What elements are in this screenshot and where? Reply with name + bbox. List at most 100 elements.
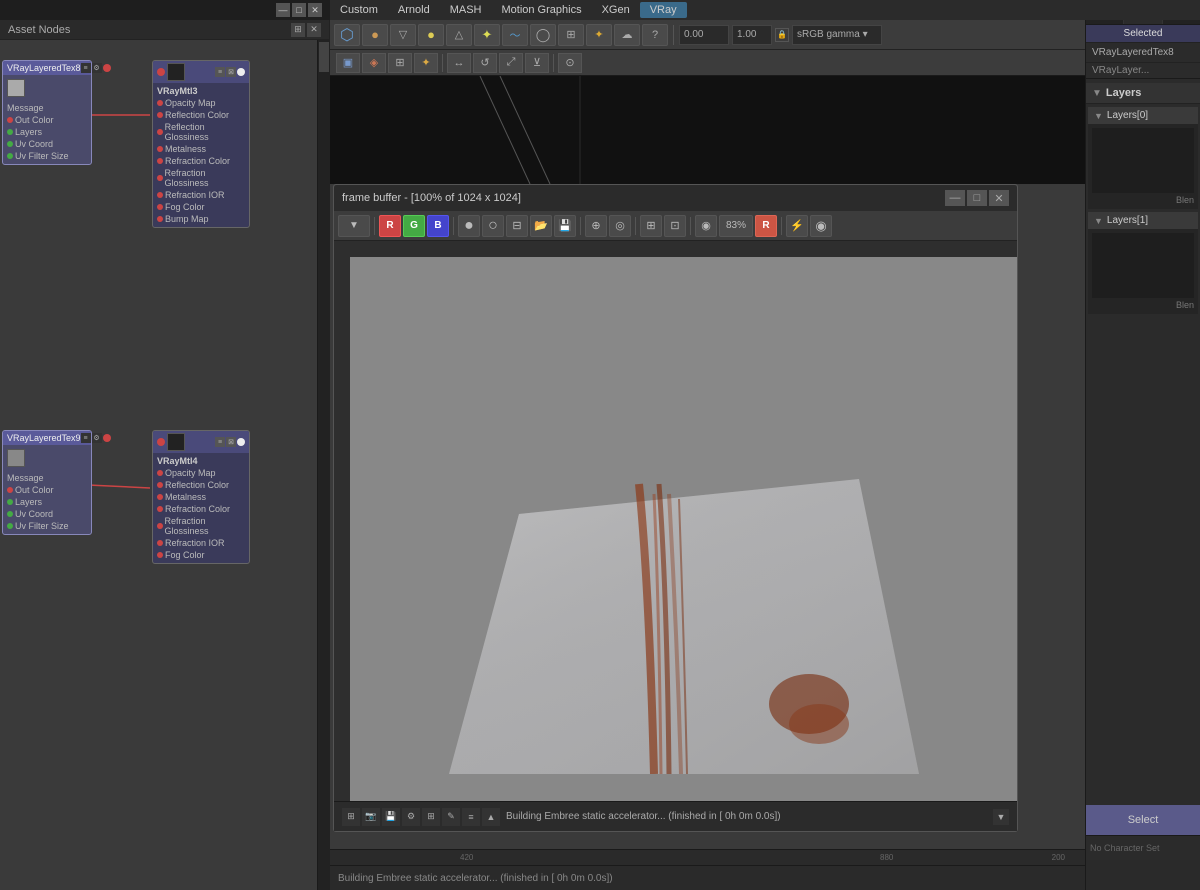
mtl3-title: VRayMtl3 — [157, 85, 245, 97]
status-icon8[interactable]: ▲ — [482, 808, 500, 826]
rp-layers0-header[interactable]: ▼ Layers[0] — [1088, 107, 1198, 124]
color-space-dropdown[interactable]: sRGB gamma ▾ — [792, 25, 882, 45]
transform-y-input[interactable]: 1.00 — [732, 25, 772, 45]
tb2-light2-icon[interactable]: ✦ — [414, 53, 438, 73]
fb-maximize-btn[interactable]: □ — [967, 190, 987, 206]
tex9-outcolor-row: Out Color — [7, 484, 87, 496]
fb-stop-btn[interactable]: R — [755, 215, 777, 237]
rp-layers-header[interactable]: ▼ Layers — [1086, 83, 1200, 104]
fb-toolbar-div6 — [781, 217, 782, 235]
node-vray-mtl3[interactable]: ≡ ⊠ VRayMtl3 Opacity Map Reflection Colo… — [152, 60, 250, 228]
node-header-mtl4: ≡ ⊠ — [153, 431, 249, 453]
transform-x-input[interactable]: 0.00 — [679, 25, 729, 45]
fb-close-btn[interactable]: ✕ — [989, 190, 1009, 206]
fb-status-text: Building Embree static accelerator... (f… — [506, 811, 987, 822]
fb-minimize-btn[interactable]: — — [945, 190, 965, 206]
fb-circle2-btn[interactable]: ○ — [482, 215, 504, 237]
status-icon1[interactable]: ⊞ — [342, 808, 360, 826]
menu-motion-graphics[interactable]: Motion Graphics — [491, 2, 591, 18]
status-icon5[interactable]: ⊞ — [422, 808, 440, 826]
lock-icon[interactable]: 🔒 — [775, 28, 789, 42]
tb2-rotate-icon[interactable]: ↺ — [473, 53, 497, 73]
tb2-snap-icon[interactable]: ⊻ — [525, 53, 549, 73]
toolbar-sphere-icon[interactable]: ● — [362, 24, 388, 46]
menu-mash[interactable]: MASH — [440, 2, 492, 18]
fb-compare-btn[interactable]: ⊞ — [640, 215, 662, 237]
fb-dropdown-btn[interactable]: ▼ — [338, 215, 370, 237]
fb-open-btn[interactable]: 📂 — [530, 215, 552, 237]
toolbar-star-icon[interactable]: ✦ — [586, 24, 612, 46]
toolbar-help-icon[interactable]: ? — [642, 24, 668, 46]
node-vray-layered-tex8[interactable]: VRayLayeredTex8 ≡ ⚙ Message Out Color La… — [2, 60, 92, 165]
status-icon4[interactable]: ⚙ — [402, 808, 420, 826]
maximize-button[interactable]: □ — [292, 3, 306, 17]
toolbar-select-icon[interactable]: ⬡ — [334, 24, 360, 46]
fb-menu-btn[interactable]: ◉ — [810, 215, 832, 237]
fb-view-btn[interactable]: ⊡ — [664, 215, 686, 237]
menu-custom[interactable]: Custom — [330, 2, 388, 18]
mtl4-icon2[interactable]: ⊠ — [226, 437, 236, 447]
mtl3-icon1[interactable]: ≡ — [215, 67, 225, 77]
menu-vray[interactable]: VRay — [640, 2, 687, 18]
fb-crop-btn[interactable]: ⊟ — [506, 215, 528, 237]
fb-zoom-pct-btn[interactable]: 83% — [719, 215, 753, 237]
left-panel-expand-btn[interactable]: ⊞ — [291, 23, 305, 37]
tb2-mesh-icon[interactable]: ⊞ — [388, 53, 412, 73]
mtl4-icon1[interactable]: ≡ — [215, 437, 225, 447]
toolbar-cloud-icon[interactable]: ☁ — [614, 24, 640, 46]
left-panel-scrollbar[interactable] — [317, 40, 329, 890]
toolbar-grid-icon[interactable]: ⊞ — [558, 24, 584, 46]
status-icon6[interactable]: ✎ — [442, 808, 460, 826]
tex9-preview-swatch — [7, 449, 25, 467]
node-body-mtl4: VRayMtl4 Opacity Map Reflection Color Me… — [153, 453, 249, 563]
mtl3-icon2[interactable]: ⊠ — [226, 67, 236, 77]
minimize-button[interactable]: — — [276, 3, 290, 17]
fb-zoom-fit-btn[interactable]: ⊕ — [585, 215, 607, 237]
tb2-move-icon[interactable]: ↔ — [447, 53, 471, 73]
toolbar-light-icon[interactable]: ● — [418, 24, 444, 46]
scrollbar-thumb[interactable] — [319, 42, 329, 72]
node-options-icon[interactable]: ≡ — [81, 63, 91, 73]
status-icon2[interactable]: 📷 — [362, 808, 380, 826]
fb-canvas — [350, 257, 1017, 801]
select-button[interactable]: Select — [1086, 805, 1200, 835]
fb-channel-g[interactable]: G — [403, 215, 425, 237]
node-vray-mtl4[interactable]: ≡ ⊠ VRayMtl4 Opacity Map Reflection Colo… — [152, 430, 250, 564]
status-icon7[interactable]: ≡ — [462, 808, 480, 826]
menu-xgen[interactable]: XGen — [592, 2, 640, 18]
fb-channel-b[interactable]: B — [427, 215, 449, 237]
mtl3-header-left — [157, 63, 185, 81]
tex9-settings-icon[interactable]: ⚙ — [92, 433, 102, 443]
tb2-render-icon[interactable]: ⊙ — [558, 53, 582, 73]
viewport-geometry — [330, 76, 1085, 184]
fb-channel-r[interactable]: R — [379, 215, 401, 237]
node-vray-layered-tex9[interactable]: VRayLayeredTex9 ≡ ⚙ Message Out Color La… — [2, 430, 92, 535]
toolbar-triangle-icon[interactable]: △ — [446, 24, 472, 46]
fb-region-btn[interactable]: ◉ — [695, 215, 717, 237]
tb2-select-icon[interactable]: ▣ — [336, 53, 360, 73]
tb2-cube-icon[interactable]: ◈ — [362, 53, 386, 73]
viewport-top — [330, 76, 1085, 184]
toolbar-sphere2-icon[interactable]: ◯ — [530, 24, 556, 46]
menu-arnold[interactable]: Arnold — [388, 2, 440, 18]
tex9-options-icon[interactable]: ≡ — [81, 433, 91, 443]
close-button[interactable]: ✕ — [308, 3, 322, 17]
fb-zoom-in-btn[interactable]: ◎ — [609, 215, 631, 237]
mtl4-fogcolor-row: Fog Color — [157, 549, 245, 561]
fb-settings-btn[interactable]: ⚡ — [786, 215, 808, 237]
rp-layers-title: Layers — [1106, 87, 1141, 99]
fb-save-btn[interactable]: 💾 — [554, 215, 576, 237]
status-icon3[interactable]: 💾 — [382, 808, 400, 826]
mtl3-metal-row: Metalness — [157, 143, 245, 155]
toolbar-water-icon[interactable]: 〜 — [502, 24, 528, 46]
toolbar-funnel-icon[interactable]: ▽ — [390, 24, 416, 46]
rp-layers1-header[interactable]: ▼ Layers[1] — [1088, 212, 1198, 229]
left-panel-close-btn[interactable]: ✕ — [307, 23, 321, 37]
toolbar-sun-icon[interactable]: ✦ — [474, 24, 500, 46]
rp-selected-badge: Selected — [1086, 25, 1200, 43]
node-settings-icon[interactable]: ⚙ — [92, 63, 102, 73]
rp-layers0-section: ▼ Layers[0] Blen — [1088, 107, 1198, 209]
fb-circle1-btn[interactable]: ● — [458, 215, 480, 237]
tb2-scale-icon[interactable]: ⤢ — [499, 53, 523, 73]
status-expand-btn[interactable]: ▼ — [993, 809, 1009, 825]
